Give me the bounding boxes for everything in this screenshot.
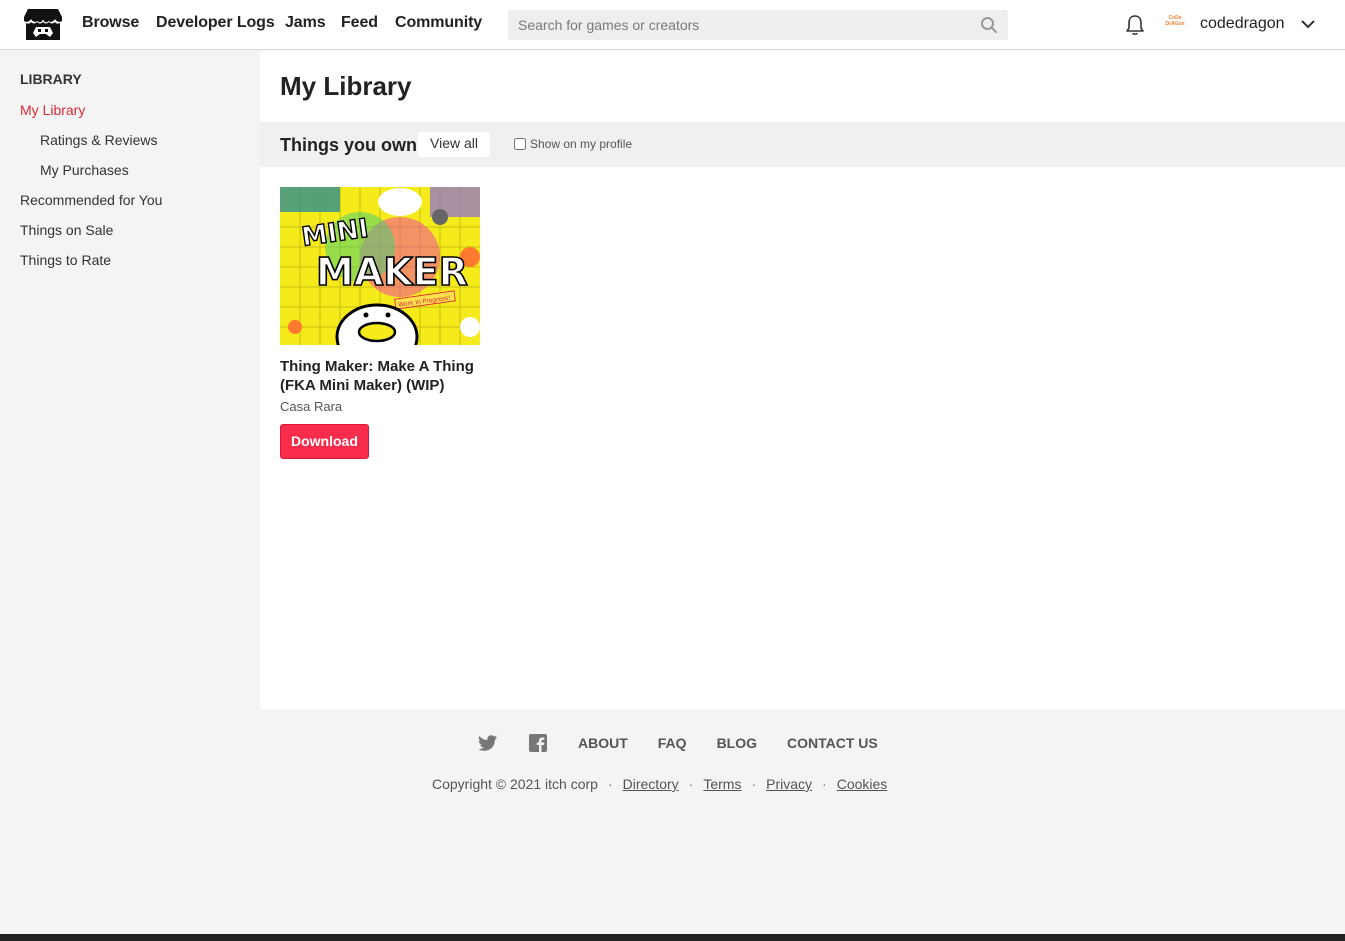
nav-jams[interactable]: Jams [285,14,326,32]
main-content: My Library Things you own View all Show … [260,51,1345,709]
sidebar-item-recommended[interactable]: Recommended for You [20,192,162,208]
separator: · [607,776,613,792]
twitter-icon[interactable] [478,733,498,753]
separator: · [688,776,694,792]
sidebar-item-my-library[interactable]: My Library [20,102,85,118]
notifications-bell-icon[interactable] [1125,14,1145,36]
sidebar-item-my-purchases[interactable]: My Purchases [40,162,129,178]
bottom-strip [0,934,1345,941]
game-author[interactable]: Casa Rara [280,399,480,414]
facebook-icon[interactable] [528,733,548,753]
sidebar-item-things-on-sale[interactable]: Things on Sale [20,222,113,238]
view-all-button[interactable]: View all [418,132,490,157]
top-header: Browse Developer Logs Jams Feed Communit… [0,0,1345,50]
search-box [508,10,1008,40]
game-title[interactable]: Thing Maker: Make A Thing (FKA Mini Make… [280,357,480,395]
sidebar-item-things-to-rate[interactable]: Things to Rate [20,252,111,268]
game-thumbnail[interactable]: MINI MAKER Work In Progress! [280,187,480,345]
footer-link-about[interactable]: ABOUT [578,735,628,751]
show-on-profile-toggle[interactable]: Show on my profile [514,137,632,151]
avatar[interactable]: CoDe DrAGon [1162,15,1188,33]
page-title: My Library [280,71,412,101]
library-sidebar: LIBRARY My Library Ratings & Reviews My … [0,51,260,941]
footer-link-contact[interactable]: CONTACT US [787,735,878,751]
search-input[interactable] [508,10,968,40]
footer-link-directory[interactable]: Directory [623,776,679,792]
chevron-down-icon[interactable] [1300,17,1316,31]
show-on-profile-label: Show on my profile [530,137,633,151]
svg-text:MAKER: MAKER [316,250,468,294]
footer-link-terms[interactable]: Terms [703,776,741,792]
show-on-profile-checkbox[interactable] [514,138,526,150]
footer-links: ABOUT FAQ BLOG CONTACT US [478,733,908,753]
footer-link-privacy[interactable]: Privacy [766,776,812,792]
footer: ABOUT FAQ BLOG CONTACT US Copyright © 20… [260,709,1345,934]
nav-community[interactable]: Community [395,14,482,32]
nav-feed[interactable]: Feed [341,14,378,32]
search-icon[interactable] [980,16,998,34]
nav-browse[interactable]: Browse [82,14,139,32]
nav-developer-logs[interactable]: Developer Logs [156,14,275,32]
section-title: Things you own [280,135,417,155]
copyright-text: Copyright © 2021 itch corp [432,776,598,792]
sidebar-heading: LIBRARY [20,71,82,87]
sidebar-item-ratings-reviews[interactable]: Ratings & Reviews [40,132,158,148]
download-button[interactable]: Download [280,424,369,459]
itch-logo-icon[interactable] [23,7,63,43]
separator: · [822,776,827,792]
footer-link-blog[interactable]: BLOG [717,735,757,751]
footer-link-cookies[interactable]: Cookies [837,776,888,792]
username-label[interactable]: codedragon [1200,15,1285,33]
things-you-own-bar: Things you own View all Show on my profi… [260,122,1345,167]
game-cell: MINI MAKER Work In Progress! Thing Maker… [280,187,480,459]
footer-link-faq[interactable]: FAQ [658,735,687,751]
copyright-line: Copyright © 2021 itch corp · Directory · Ter… [432,776,887,792]
separator: · [751,776,757,792]
